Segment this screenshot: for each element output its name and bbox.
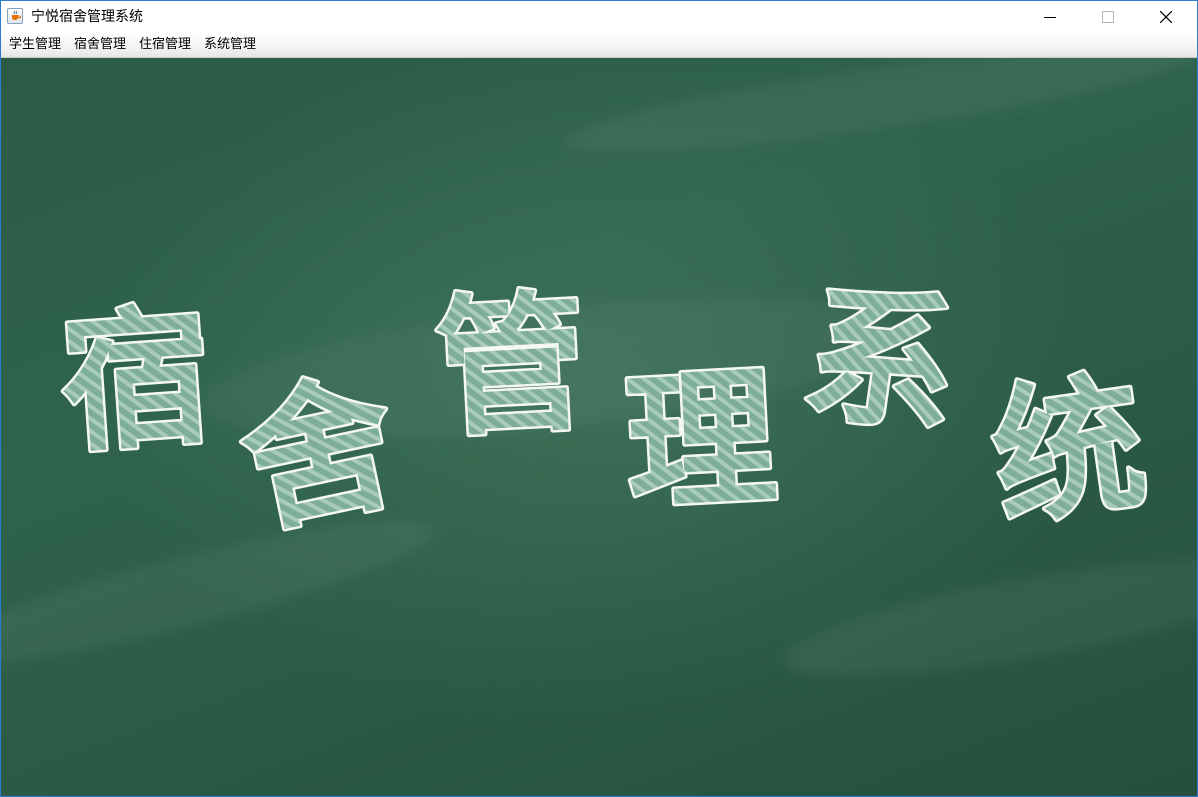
banner-char-3: 管 xyxy=(432,276,591,458)
menu-student-management[interactable]: 学生管理 xyxy=(8,35,62,55)
menu-system-management[interactable]: 系统管理 xyxy=(203,35,257,55)
java-coffee-icon xyxy=(7,8,23,24)
maximize-icon xyxy=(1102,11,1114,23)
title-bar[interactable]: 宁悦宿舍管理系统 xyxy=(1,1,1197,33)
window-title: 宁悦宿舍管理系统 xyxy=(31,9,143,25)
close-button[interactable] xyxy=(1137,1,1195,33)
menu-bar: 学生管理 宿舍管理 住宿管理 系统管理 xyxy=(1,33,1197,58)
menu-dorm-management[interactable]: 宿舍管理 xyxy=(73,35,127,55)
chalkboard-background: 宿 舍 管 理 系 统 xyxy=(1,58,1197,796)
banner-char-2: 舍 xyxy=(228,354,411,555)
banner-char-6: 统 xyxy=(982,355,1155,548)
maximize-button[interactable] xyxy=(1079,1,1137,33)
banner-char-4: 理 xyxy=(621,351,780,533)
menu-accommodation-management[interactable]: 住宿管理 xyxy=(138,35,192,55)
close-icon xyxy=(1160,11,1172,23)
banner-char-5: 系 xyxy=(795,265,968,458)
minimize-button[interactable] xyxy=(1021,1,1079,33)
banner-char-1: 宿 xyxy=(55,290,217,474)
banner-title: 宿 舍 管 理 系 统 xyxy=(53,263,1158,558)
app-window: 宁悦宿舍管理系统 学生管理 宿舍管理 住宿管理 系统管理 宿 舍 管 理 系 统 xyxy=(0,0,1198,797)
minimize-icon xyxy=(1044,17,1056,18)
